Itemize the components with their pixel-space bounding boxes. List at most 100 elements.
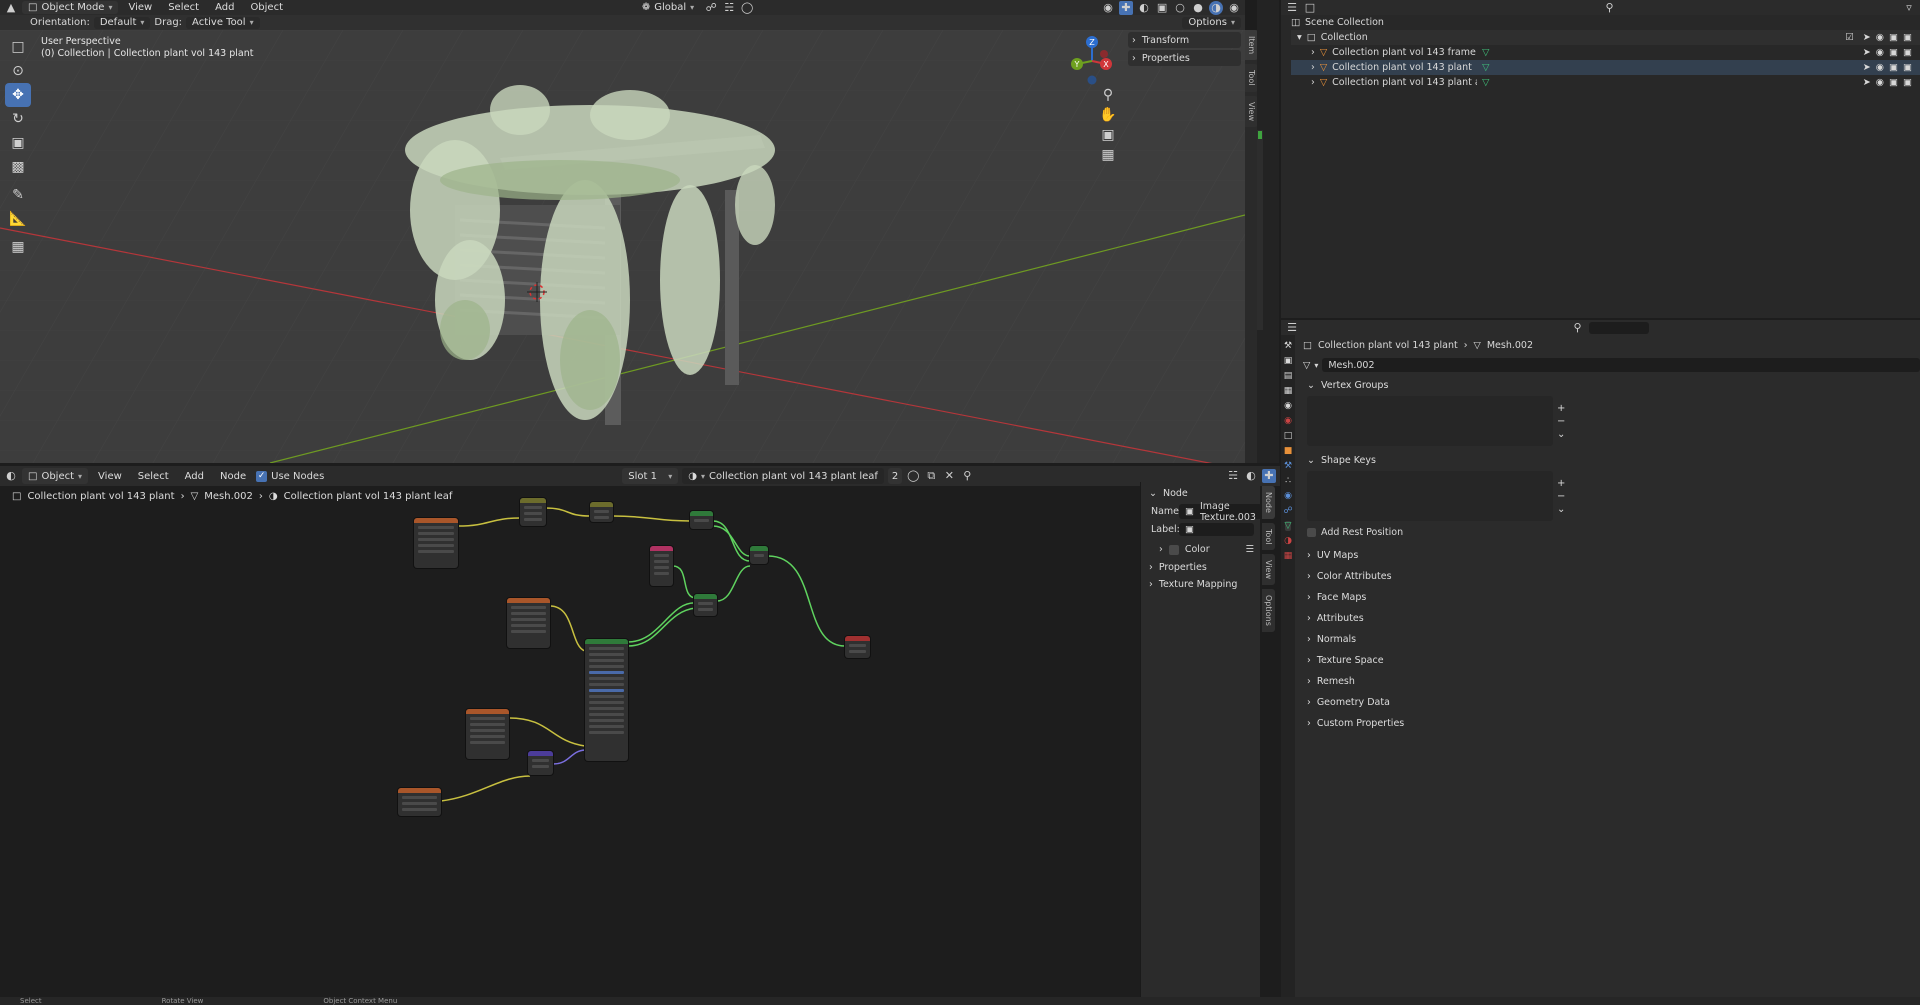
physics-tab-icon[interactable]: ◉ — [1284, 491, 1292, 501]
outliner-item-plant[interactable]: › ▽ Collection plant vol 143 plant ▽ ➤ ◉ ▣ ▣ — [1291, 60, 1920, 75]
mesh-name-field[interactable]: Mesh.002 — [1322, 358, 1920, 372]
scale-tool[interactable]: ▣ — [5, 131, 31, 155]
attributes-panel[interactable]: › Attributes — [1297, 608, 1920, 629]
render-tab-icon[interactable]: ▣ — [1284, 356, 1293, 366]
color-checkbox[interactable] — [1168, 544, 1179, 555]
select-box-tool[interactable]: □ — [5, 35, 31, 59]
annotate-tool[interactable]: ✎ — [5, 183, 31, 207]
overlay-icon[interactable]: ◐ — [1244, 469, 1258, 483]
normals-panel[interactable]: › Normals — [1297, 629, 1920, 650]
image-texture-node-4[interactable] — [398, 788, 441, 816]
shape-keys-panel[interactable]: ⌄ Shape Keys — [1297, 450, 1920, 471]
color-ramp-node[interactable] — [590, 502, 613, 522]
search-icon[interactable]: ⚲ — [1603, 1, 1617, 15]
select-icon[interactable]: ➤ — [1863, 45, 1871, 60]
collection-row[interactable]: ▾ □ Collection ☑ ➤ ◉ ▣ ▣ — [1291, 30, 1920, 45]
camera-icon[interactable]: ▣ — [1903, 75, 1912, 90]
view-layer-tab-icon[interactable]: ▦ — [1284, 386, 1293, 396]
node-name-field[interactable]: ▣ Image Texture.003 — [1179, 501, 1262, 523]
material-tab-icon[interactable]: ◑ — [1284, 536, 1292, 546]
monitor-icon[interactable]: ▣ — [1889, 30, 1898, 45]
image-texture-node-1[interactable] — [414, 518, 458, 568]
transform-tool[interactable]: ▩ — [5, 155, 31, 179]
output-tab-icon[interactable]: ▤ — [1284, 371, 1293, 381]
gizmo-icon[interactable]: ✚ — [1262, 469, 1276, 483]
tab-view[interactable]: View — [1262, 554, 1275, 586]
properties-panel[interactable]: › Properties — [1128, 50, 1241, 66]
camera-icon[interactable]: ▣ — [1903, 30, 1912, 45]
tab-node[interactable]: Node — [1262, 486, 1275, 519]
texture-tab-icon[interactable]: ▦ — [1284, 551, 1293, 561]
particles-tab-icon[interactable]: ∴ — [1285, 476, 1291, 486]
vertex-groups-panel[interactable]: ⌄ Vertex Groups — [1297, 375, 1920, 396]
node-editor-area[interactable]: ◐ □ Object ▾ View Select Add Node ✓ Use Nod… — [0, 466, 1280, 1005]
image-texture-node-2[interactable] — [507, 598, 550, 648]
texture-mapping-panel[interactable]: › Texture Mapping — [1141, 576, 1260, 593]
mix-shader-node-b[interactable] — [750, 546, 768, 564]
mapping-node[interactable] — [520, 498, 546, 526]
ortho-toggle-button[interactable]: ▦ — [1098, 146, 1118, 164]
node-section-header[interactable]: ⌄ Node — [1141, 484, 1260, 502]
add-cube-tool[interactable]: ▦ — [5, 235, 31, 259]
zoom-button[interactable]: ⚲ — [1098, 86, 1118, 104]
pan-button[interactable]: ✋ — [1098, 106, 1118, 124]
node-properties-panel[interactable]: › Properties — [1141, 559, 1260, 576]
eye-icon[interactable]: ◉ — [1876, 45, 1884, 60]
monitor-icon[interactable]: ▣ — [1889, 45, 1898, 60]
rotate-tool[interactable]: ↻ — [5, 107, 31, 131]
camera-icon[interactable]: ▣ — [1903, 60, 1912, 75]
tab-options[interactable]: Options — [1262, 589, 1275, 633]
vertex-groups-listbox[interactable] — [1307, 396, 1553, 446]
modifier-tab-icon[interactable]: ⚒ — [1284, 461, 1292, 471]
color-attributes-panel[interactable]: › Color Attributes — [1297, 566, 1920, 587]
node-label-field[interactable]: ▣ — [1179, 523, 1254, 536]
editor-type-icon[interactable]: ☰ — [1285, 321, 1299, 335]
face-maps-panel[interactable]: › Face Maps — [1297, 587, 1920, 608]
shape-keys-listbox[interactable] — [1307, 471, 1553, 521]
filter-icon[interactable]: ▿ — [1902, 1, 1916, 15]
checkbox-unchecked-icon[interactable] — [1307, 527, 1316, 537]
normal-map-node[interactable] — [528, 751, 553, 775]
transform-panel[interactable]: › Transform — [1128, 32, 1241, 48]
scene-collection-row[interactable]: ◫ Scene Collection — [1291, 15, 1920, 30]
monitor-icon[interactable]: ▣ — [1889, 60, 1898, 75]
list-icon[interactable]: ☰ — [1245, 544, 1254, 555]
chevron-down-icon[interactable]: ⌄ — [1557, 429, 1565, 440]
move-tool[interactable]: ✥ — [5, 83, 31, 107]
mesh-icon[interactable]: ▽ — [1303, 360, 1310, 371]
viewport-area[interactable]: ▲ □ Object Mode ▾ View Select Add Object ❁… — [0, 0, 1245, 463]
add-icon[interactable]: + — [1557, 478, 1565, 489]
camera-icon[interactable]: ▣ — [1903, 45, 1912, 60]
principled-bsdf-node[interactable] — [585, 639, 628, 761]
translucent-bsdf-node[interactable] — [694, 594, 717, 616]
search-icon[interactable]: ⚲ — [1571, 321, 1585, 335]
mix-shader-node-a[interactable] — [690, 511, 713, 529]
properties-area[interactable]: ☰ ⚲ ⚒ ▣ ▤ ▦ ◉ ◉ □ ■ ⚒ ∴ ◉ ☍ ▽ ◑ ▦ □ Coll… — [1281, 320, 1920, 1005]
collection-tab-icon[interactable]: □ — [1284, 431, 1293, 441]
data-tab-icon[interactable]: ▽ — [1284, 521, 1292, 531]
world-tab-icon[interactable]: ◉ — [1284, 416, 1292, 426]
tool-tab-icon[interactable]: ⚒ — [1284, 341, 1292, 351]
navigation-gizmo[interactable]: Z X Y — [1065, 34, 1120, 89]
checkbox-checked-icon[interactable]: ☑ — [1845, 30, 1854, 45]
remesh-panel[interactable]: › Remesh — [1297, 671, 1920, 692]
eye-icon[interactable]: ◉ — [1876, 75, 1884, 90]
snap-icon[interactable]: ☵ — [1226, 469, 1240, 483]
select-icon[interactable]: ➤ — [1863, 60, 1871, 75]
outliner-item-plant-a[interactable]: › ▽ Collection plant vol 143 plant a ▽ ➤ ◉ ▣ ▣ — [1291, 75, 1920, 90]
outliner-area[interactable]: ☰ □ ⚲ ▿ ◫ Scene Collection ▾ □ Collection ☑ ➤… — [1281, 0, 1920, 318]
texture-space-panel[interactable]: › Texture Space — [1297, 650, 1920, 671]
object-tab-icon[interactable]: ■ — [1284, 446, 1293, 456]
remove-icon[interactable]: − — [1557, 491, 1565, 502]
add-rest-position-row[interactable]: Add Rest Position — [1297, 523, 1920, 541]
display-mode-icon[interactable]: □ — [1303, 1, 1317, 15]
camera-view-button[interactable]: ▣ — [1098, 126, 1118, 144]
material-output-node[interactable] — [845, 636, 870, 658]
chevron-down-icon[interactable]: ⌄ — [1557, 504, 1565, 515]
custom-properties-panel[interactable]: › Custom Properties — [1297, 713, 1920, 734]
geometry-data-panel[interactable]: › Geometry Data — [1297, 692, 1920, 713]
measure-tool[interactable]: 📐 — [5, 207, 31, 231]
texture-coordinate-node[interactable] — [650, 546, 673, 586]
constraints-tab-icon[interactable]: ☍ — [1283, 506, 1292, 516]
eye-icon[interactable]: ◉ — [1876, 60, 1884, 75]
